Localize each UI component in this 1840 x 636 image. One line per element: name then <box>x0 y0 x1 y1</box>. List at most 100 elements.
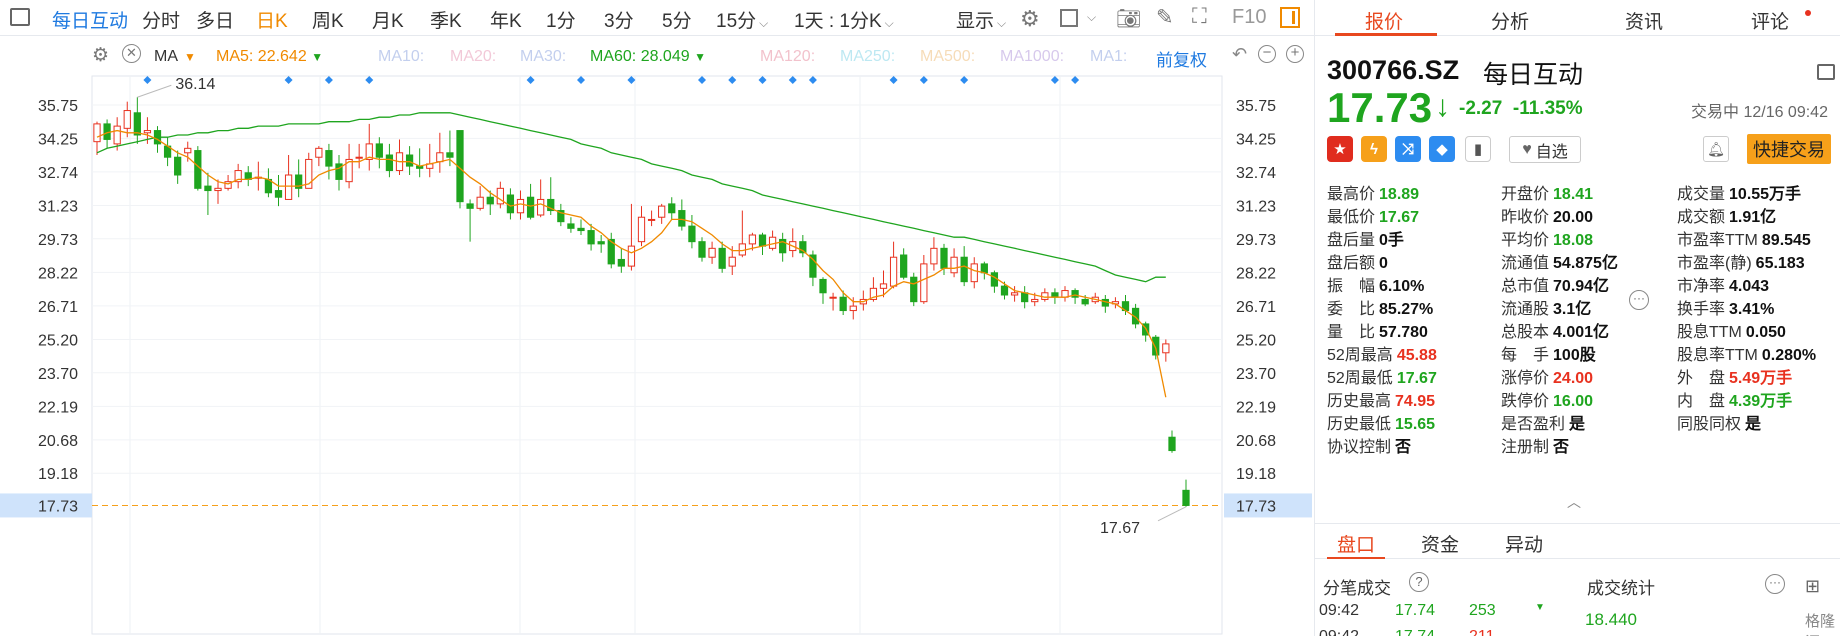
display-menu[interactable]: 显示 ⌵ <box>956 6 1006 33</box>
pen-draw-icon[interactable]: ✎ <box>1156 5 1174 30</box>
y-axis-label-left: 26.71 <box>38 299 78 316</box>
shuffle-icon[interactable]: ⤨ <box>1395 136 1421 162</box>
tab-intraday[interactable]: 分时 <box>142 6 180 33</box>
candle-body <box>718 247 726 269</box>
layout-icon[interactable] <box>1817 64 1835 80</box>
undo-icon[interactable]: ↶ <box>1232 44 1247 65</box>
candle-body <box>466 203 474 209</box>
china-flag-icon[interactable]: ★ <box>1327 136 1353 162</box>
lightning-icon[interactable]: ϟ <box>1361 136 1387 162</box>
candle-body <box>385 154 394 172</box>
zoom-out-icon[interactable]: − <box>1258 45 1276 63</box>
quote-field-label: 是否盈利 <box>1501 416 1566 433</box>
y-axis-label-right: 31.23 <box>1236 198 1276 215</box>
quick-trade-button[interactable]: 快捷交易 <box>1747 134 1831 164</box>
tab-daily-k[interactable]: 日K <box>256 6 288 33</box>
adjust-mode-button[interactable]: 前复权 <box>1156 46 1207 71</box>
panel-toggle-icon[interactable] <box>1280 7 1300 28</box>
quote-field-label: 流通股 <box>1501 301 1550 318</box>
tab-1min[interactable]: 1分 <box>546 6 576 33</box>
close-circle-icon[interactable]: ✕ <box>122 44 141 63</box>
tab-analysis[interactable]: 分析 <box>1491 7 1529 34</box>
y-axis-label-right: 22.19 <box>1236 399 1276 416</box>
quote-field-label: 平均价 <box>1501 232 1550 249</box>
zoom-in-icon[interactable]: + <box>1286 45 1304 63</box>
tab-monthly-k[interactable]: 月K <box>372 6 404 33</box>
f10-button[interactable]: F10 <box>1232 6 1266 29</box>
tab-yearly-k[interactable]: 年K <box>490 6 522 33</box>
tab-quarterly-k[interactable]: 季K <box>430 6 462 33</box>
tab-1day-1min-k[interactable]: 1天 : 1分K ⌵ <box>794 6 894 33</box>
quote-field-value: 17.67 <box>1379 209 1420 226</box>
bookmark-icon[interactable]: ▮ <box>1465 136 1491 162</box>
candle-body <box>1182 489 1190 506</box>
y-axis-label-left: 22.19 <box>38 399 78 416</box>
chart-settings-icon[interactable]: ⚙ <box>92 44 109 67</box>
fullscreen-icon[interactable]: ⛶ <box>1192 5 1207 29</box>
tab-movements[interactable]: 异动 <box>1505 530 1543 557</box>
tab-funds[interactable]: 资金 <box>1421 530 1459 557</box>
ma-selector[interactable]: MA ▼ <box>154 48 196 66</box>
candle-body <box>698 241 706 258</box>
kline-chart-svg[interactable]: 35.75 35.75 34.25 34.25 32.74 32.74 31.23 31.23… <box>0 36 1314 636</box>
candle-body <box>284 174 293 200</box>
candle-body <box>658 205 666 218</box>
square-select-icon[interactable] <box>1060 9 1078 27</box>
candle-body <box>990 272 999 287</box>
tab-news[interactable]: 资讯 <box>1625 7 1663 34</box>
y-axis-label-right: 17.73 <box>1236 498 1276 515</box>
sidebar-toggle-icon[interactable] <box>10 8 30 26</box>
more-options-icon[interactable]: ··· <box>1629 290 1649 310</box>
quote-field-value: 4.043 <box>1729 278 1770 295</box>
tab-multiday[interactable]: 多日 <box>196 6 234 33</box>
tag-icon[interactable]: ◆ <box>1429 136 1455 162</box>
camera-icon[interactable]: 📷︎ <box>1116 6 1141 31</box>
candle-body <box>436 152 444 163</box>
kline-chart[interactable]: 35.75 35.75 34.25 34.25 32.74 32.74 31.23 31.23… <box>0 36 1314 636</box>
tab-weekly-k[interactable]: 周K <box>312 6 344 33</box>
y-axis-label-left: 34.25 <box>38 131 78 148</box>
add-watchlist-button[interactable]: ♥ 自选 <box>1509 136 1581 163</box>
tab-5min[interactable]: 5分 <box>662 6 692 33</box>
help-icon[interactable]: ? <box>1409 572 1429 592</box>
candle-body <box>355 156 363 159</box>
candle-body <box>577 227 585 232</box>
tab-comments[interactable]: 评论 <box>1751 7 1789 34</box>
quote-field-label: 流通值 <box>1501 255 1550 272</box>
candle-body <box>133 112 141 136</box>
ma10-label: MA10: <box>378 48 425 65</box>
active-tab-indicator <box>1327 557 1385 559</box>
tab-15min[interactable]: 15分 ⌵ <box>716 6 768 33</box>
candle-body <box>758 234 767 247</box>
quote-field-label: 涨停价 <box>1501 370 1550 387</box>
candle-body <box>1162 343 1170 354</box>
bell-icon[interactable]: 🔔︎ <box>1703 136 1729 162</box>
quote-field: 总市值 70.94亿 <box>1501 272 1609 296</box>
quote-field-label: 跌停价 <box>1501 393 1550 410</box>
settings-gear-icon[interactable]: ⚙ <box>1020 6 1040 32</box>
quote-field-value: 85.27% <box>1379 301 1434 318</box>
candle-body <box>1021 292 1029 303</box>
tab-quote[interactable]: 报价 <box>1365 7 1403 34</box>
y-axis-label-left: 20.68 <box>38 433 78 450</box>
candle-body <box>274 190 283 198</box>
quote-field: 流通值 54.875亿 <box>1501 249 1618 273</box>
quote-field: 开盘价 18.41 <box>1501 180 1593 204</box>
tab-order-book[interactable]: 盘口 <box>1337 530 1375 557</box>
quote-field-value: 是 <box>1745 416 1762 433</box>
event-marker <box>1050 76 1059 84</box>
tab-3min[interactable]: 3分 <box>604 6 634 33</box>
stock-name: 每日互动 <box>1483 61 1584 89</box>
quote-field-label: 市净率 <box>1677 278 1726 295</box>
candle-body <box>1081 298 1089 305</box>
more-options-icon[interactable]: ··· <box>1765 574 1785 594</box>
collapse-chevron-icon[interactable]: ︿ <box>1567 492 1581 512</box>
quote-field-label: 52周最高 <box>1327 347 1393 364</box>
chevron-down-icon[interactable]: ⌵ <box>1087 10 1096 25</box>
stock-title-tab[interactable]: 每日互动 <box>52 6 128 33</box>
ma30-label: MA30: <box>520 48 567 65</box>
quote-field-label: 最高价 <box>1327 186 1376 203</box>
split-view-icon[interactable]: ⊞ <box>1805 576 1820 597</box>
quote-field: 外 盘 5.49万手 <box>1677 364 1792 388</box>
quote-field-value: 18.89 <box>1379 186 1420 203</box>
